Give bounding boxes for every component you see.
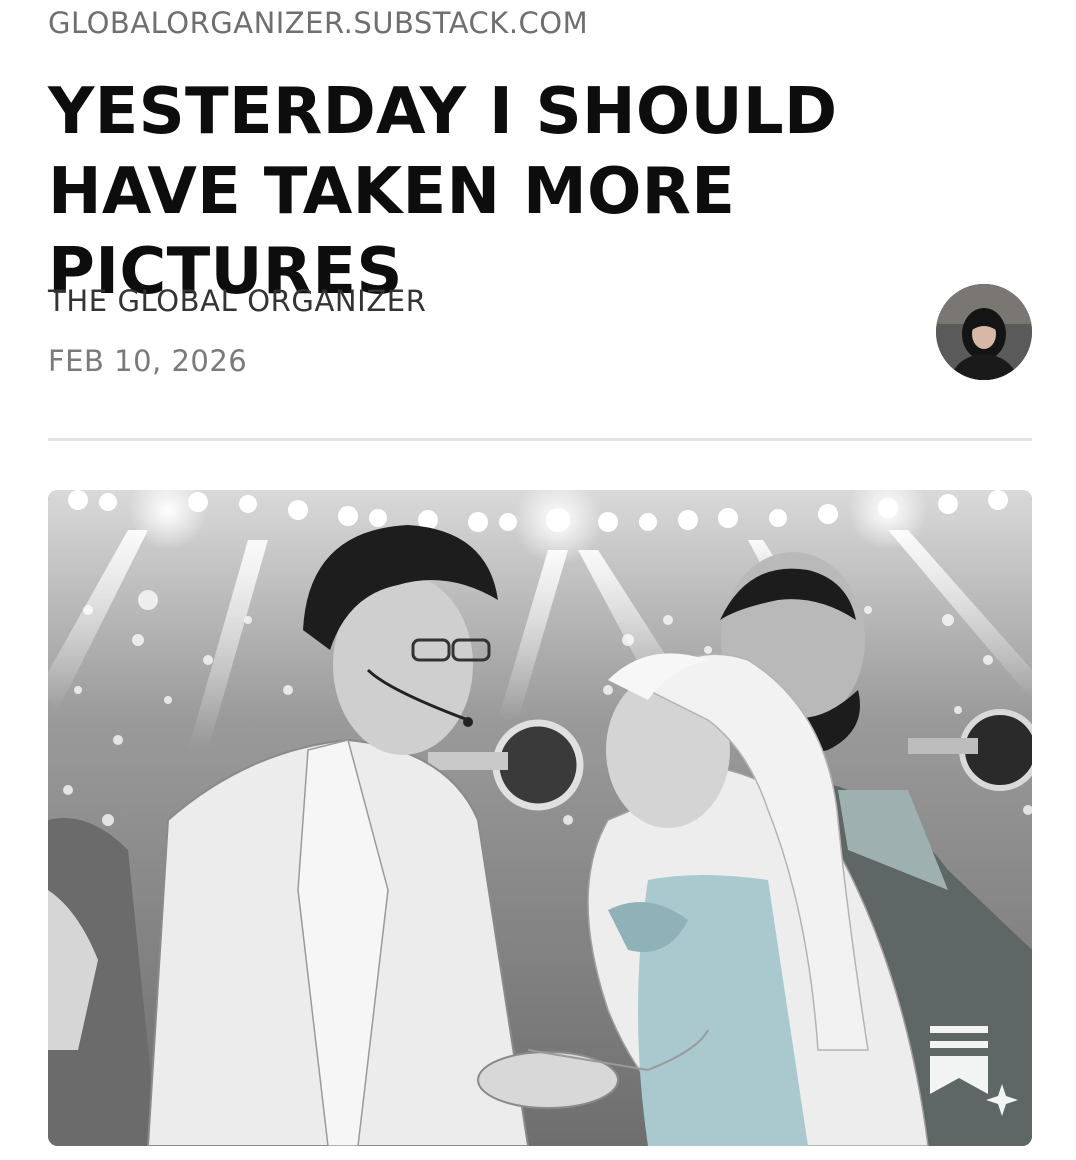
author-name[interactable]: THE GLOBAL ORGANIZER	[48, 284, 426, 318]
save-bookmark-button[interactable]	[930, 1026, 1022, 1136]
author-byline[interactable]: THE GLOBAL ORGANIZER	[48, 284, 426, 318]
hero-image[interactable]	[48, 490, 1032, 1146]
article-title: YESTERDAY I SHOULD HAVE TAKEN MORE PICTU…	[48, 75, 838, 309]
hero-illustration	[48, 490, 1032, 1146]
bookmark-sparkle-icon	[930, 1026, 1018, 1116]
publish-date: FEB 10, 2026	[48, 344, 248, 378]
publication-source[interactable]: GLOBALORGANIZER.SUBSTACK.COM	[48, 6, 588, 40]
author-avatar[interactable]	[936, 284, 1032, 380]
avatar-photo	[936, 284, 1032, 380]
header-divider	[48, 438, 1032, 441]
